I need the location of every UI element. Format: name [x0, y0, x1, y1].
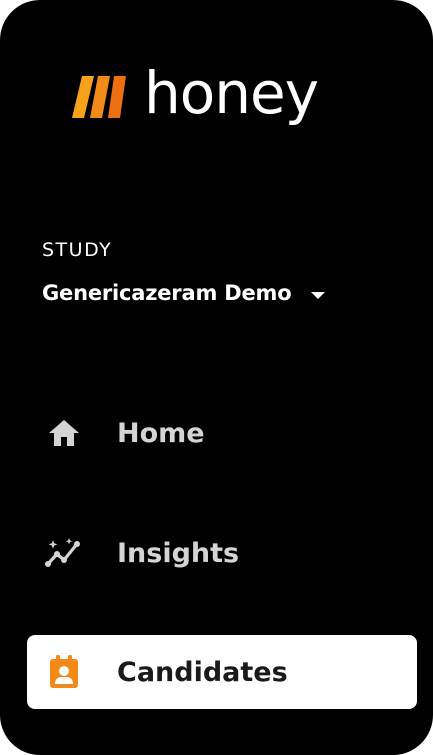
chevron-down-icon [311, 291, 326, 299]
nav-item-candidates[interactable]: Candidates [27, 635, 417, 709]
sidebar: honey STUDY Genericazeram Demo Home Insi… [0, 0, 433, 755]
brand-name: honey [144, 59, 319, 127]
nav-item-insights[interactable]: Insights [27, 516, 417, 590]
study-selector[interactable]: Genericazeram Demo [42, 281, 326, 305]
candidates-icon [45, 653, 83, 691]
insights-icon [45, 534, 83, 572]
nav-item-label: Insights [117, 537, 240, 569]
nav-item-label: Candidates [117, 656, 288, 688]
honey-logo-mark-icon [72, 76, 126, 118]
nav-item-label: Home [117, 417, 205, 449]
home-icon [45, 414, 83, 452]
study-selected-name: Genericazeram Demo [42, 281, 292, 305]
brand-logo[interactable]: honey [68, 59, 319, 132]
nav-item-home[interactable]: Home [27, 396, 417, 470]
study-label: STUDY [42, 239, 113, 261]
